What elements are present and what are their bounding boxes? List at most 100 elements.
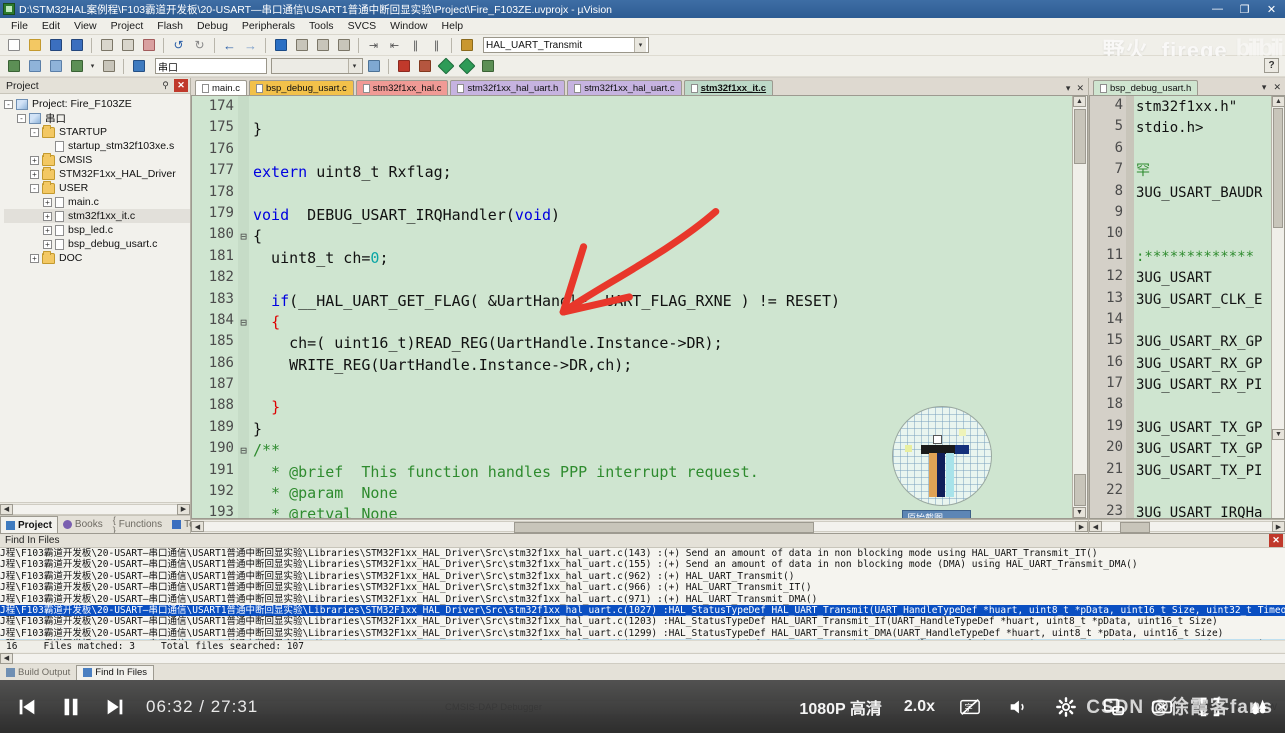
translate-icon[interactable] [4,57,23,75]
toggle-bookmark-icon[interactable] [271,36,290,54]
right-code-line[interactable]: 3UG_USART_TX_GP [1136,439,1271,460]
tab-books[interactable]: Books [58,516,108,533]
right-code-line[interactable]: 3UG_USART_RX_PI [1136,375,1271,396]
code-line[interactable]: } [253,119,1072,140]
scroll-down-button[interactable]: ▼ [1272,429,1284,440]
code-line[interactable]: WRITE_REG(UartHandle.Instance->DR,ch); [253,355,1072,376]
find-result-row[interactable]: J程\F103霸道开发板\20-USART—串口通信\USART1普通中断回显实… [0,559,1285,570]
navigate-back-icon[interactable]: ← [220,36,239,54]
scroll-right-button[interactable]: ▶ [1075,521,1088,532]
right-code-line[interactable]: 罕 [1136,161,1271,182]
pack-installer-icon[interactable] [457,57,476,75]
right-hscrollbar[interactable]: ◀ ▶ [1089,519,1285,533]
scroll-thumb-2[interactable] [1074,474,1086,506]
editor-tab-dropdown-icon[interactable]: ▾ [1066,83,1071,94]
find-result-row[interactable]: J程\F103霸道开发板\20-USART—串口通信\USART1普通中断回显实… [0,616,1285,627]
scroll-left-button[interactable]: ◀ [1089,521,1102,532]
code-line[interactable]: extern uint8_t Rxflag; [253,162,1072,183]
components-icon[interactable] [394,57,413,75]
pin-icon[interactable]: ⚲ [159,79,172,92]
right-code-line[interactable]: 3UG_USART_RX_GP [1136,354,1271,375]
expander-icon[interactable]: + [43,211,52,221]
code-line[interactable] [253,141,1072,162]
scroll-right-button[interactable]: ▶ [1272,521,1285,532]
expander-icon[interactable]: - [30,127,39,137]
batch-build-dropdown-icon[interactable]: ▾ [88,57,97,75]
save-all-icon[interactable] [67,36,86,54]
picture-in-picture-icon[interactable] [1101,694,1127,720]
find-result-row[interactable]: J程\F103霸道开发板\20-USART—串口通信\USART1普通中断回显实… [0,604,1285,617]
chevron-down-icon[interactable]: ▾ [634,38,646,52]
find-result-row[interactable]: J程\F103霸道开发板\20-USART—串口通信\USART1普通中断回显实… [0,639,1285,640]
find-in-files-icon[interactable] [457,36,476,54]
right-code-line[interactable]: 3UG_USART_TX_PI [1136,461,1271,482]
tree-item[interactable]: startup_stm32f103xe.s [4,139,190,153]
project-tree[interactable]: - Project: Fire_F103ZE - 串口 - STARTUP startup_… [0,94,190,502]
undo-icon[interactable]: ↺ [169,36,188,54]
tree-item[interactable]: - STARTUP [4,124,190,139]
next-button[interactable] [102,694,128,720]
batch-build-icon[interactable] [67,57,86,75]
tab-bsp-debug-usart-h[interactable]: bsp_debug_usart.h [1093,80,1199,95]
right-code-line[interactable]: 3UG_USART [1136,268,1271,289]
find-result-row[interactable]: J程\F103霸道开发板\20-USART—串口通信\USART1普通中断回显实… [0,628,1285,639]
tree-item[interactable]: - Project: Fire_F103ZE [4,97,190,111]
clear-bookmarks-icon[interactable] [334,36,353,54]
menu-item-flash[interactable]: Flash [150,19,190,33]
right-code-text[interactable]: stm32f1xx.h" stdio.h> 罕 3UG_USART_BAUDR :*… [1134,96,1271,518]
fullscreen-icon[interactable] [1197,694,1223,720]
code-editor[interactable]: 174 175 176 177 178 179 180 181 182 183 184 185 186 1… [191,95,1088,519]
code-vscrollbar[interactable]: ▲ ▼ [1072,96,1087,518]
menu-item-file[interactable]: File [4,19,35,33]
editor-tab-main-c[interactable]: main.c [195,80,247,95]
next-bookmark-icon[interactable] [313,36,332,54]
scroll-thumb[interactable] [1273,108,1283,228]
volume-icon[interactable] [1005,694,1031,720]
tree-item[interactable]: + stm32f1xx_it.c [4,209,190,223]
right-code-line[interactable]: :************* [1136,247,1271,268]
menu-item-window[interactable]: Window [383,19,434,33]
menu-item-debug[interactable]: Debug [190,19,235,33]
target-combo-2[interactable]: ▾ [271,58,363,74]
gear-icon[interactable] [1053,694,1079,720]
help-badge[interactable]: ? [1264,58,1279,73]
tree-item[interactable]: + CMSIS [4,152,190,167]
configure-icon[interactable] [436,57,455,75]
save-icon[interactable] [46,36,65,54]
code-line[interactable]: { [253,226,1072,247]
editor-tab-stm32f1xx-hal-uart-c[interactable]: stm32f1xx_hal_uart.c [567,80,682,95]
code-line[interactable] [253,376,1072,397]
cut-icon[interactable] [97,36,116,54]
right-code-line[interactable] [1136,482,1271,503]
code-line[interactable]: void DEBUG_USART_IRQHandler(void) [253,205,1072,226]
scroll-thumb[interactable] [514,522,814,533]
right-code-line[interactable]: 3UG_USART_CLK_E [1136,290,1271,311]
minimize-button[interactable]: — [1204,0,1231,18]
find-result-row[interactable]: J程\F103霸道开发板\20-USART—串口通信\USART1普通中断回显实… [0,548,1285,559]
editor-tab-stm32f1xx-hal-c[interactable]: stm32f1xx_hal.c [355,80,449,95]
paste-icon[interactable] [139,36,158,54]
function-combo[interactable]: HAL_UART_Transmit ▾ [483,37,649,53]
right-code-line[interactable] [1136,204,1271,225]
code-line[interactable] [253,184,1072,205]
code-line[interactable]: { [253,312,1072,333]
scroll-track[interactable] [13,652,1285,664]
tab-functions[interactable]: { } Functions [108,515,167,535]
scroll-thumb[interactable] [1074,109,1086,164]
editor-tab-close-icon[interactable]: ✕ [1076,83,1084,94]
books-icon[interactable] [415,57,434,75]
code-line[interactable] [253,269,1072,290]
scroll-left-button[interactable]: ◀ [0,503,13,515]
right-code-line[interactable] [1136,396,1271,417]
scroll-left-button[interactable]: ◀ [191,521,204,532]
tree-item[interactable]: + DOC [4,250,190,265]
tab-build-output[interactable]: Build Output [0,665,76,680]
expander-icon[interactable]: - [30,183,39,193]
tree-item[interactable]: + STM32F1xx_HAL_Driver [4,166,190,181]
right-code-line[interactable] [1136,311,1271,332]
pause-button[interactable] [58,694,84,720]
target-options-icon[interactable] [129,57,148,75]
fold-marker[interactable]: ⊟ [238,226,249,247]
rebuild-icon[interactable] [46,57,65,75]
build-icon[interactable] [25,57,44,75]
